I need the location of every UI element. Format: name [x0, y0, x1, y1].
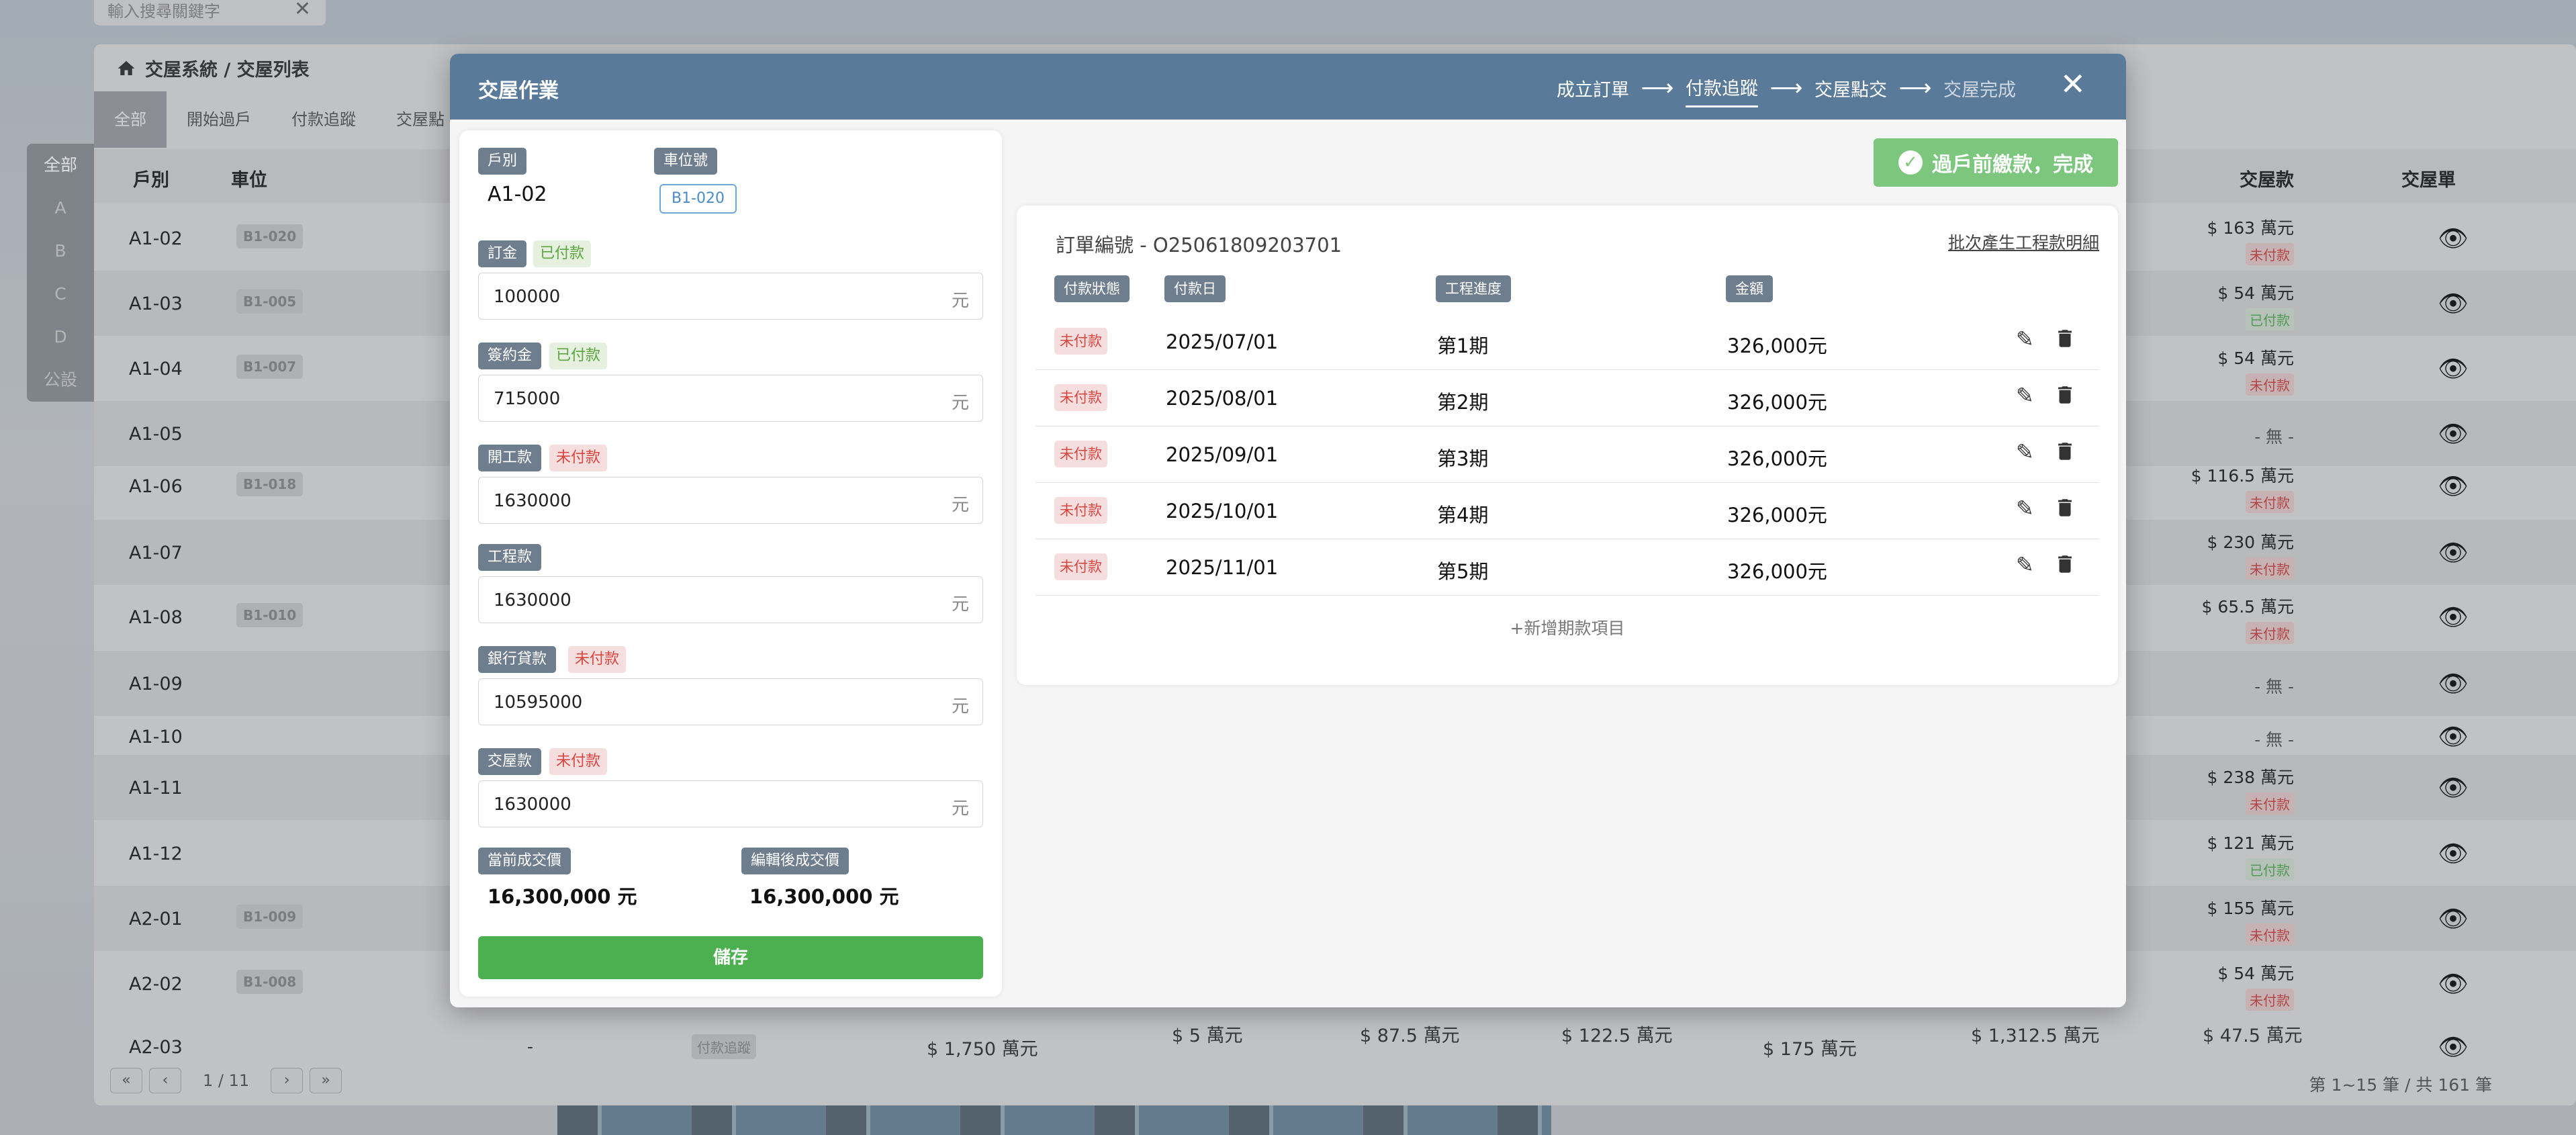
currency-unit: 元: [951, 291, 969, 311]
unit-label: 戶別: [478, 148, 527, 175]
delivery-field[interactable]: 1630000 元: [478, 780, 983, 827]
currency-unit: 元: [951, 594, 969, 615]
amount-value: 326,000元: [1727, 560, 1827, 583]
save-button[interactable]: 儲存: [478, 936, 983, 979]
payment-date: 2025/11/01: [1166, 556, 1279, 579]
status-badge: 未付款: [1054, 441, 1107, 467]
batch-generate-link[interactable]: 批次產生工程款明細: [1948, 230, 2099, 254]
step-create-order[interactable]: 成立訂單: [1557, 75, 1629, 107]
signing-field[interactable]: 715000 元: [478, 375, 983, 422]
trash-icon[interactable]: [2054, 325, 2076, 352]
modal-header: 交屋作業 成立訂單 ⟶ 付款追蹤 ⟶ 交屋點交 ⟶ 交屋完成 ✕: [450, 54, 2126, 120]
col-payment-status: 付款狀態: [1054, 275, 1130, 302]
status-badge: 未付款: [549, 748, 608, 775]
parking-label: 車位號: [654, 148, 718, 175]
deposit-label: 訂金: [478, 240, 527, 267]
payment-row: 未付款 2025/09/01 第3期 326,000元 ✎: [1036, 426, 2099, 483]
progress-steps: 成立訂單 ⟶ 付款追蹤 ⟶ 交屋點交 ⟶ 交屋完成: [1557, 74, 2016, 107]
arrow-right-icon: ⟶: [1641, 75, 1674, 101]
construction-label: 工程款: [478, 544, 542, 571]
status-badge: 已付款: [533, 240, 592, 267]
progress-value: 第5期: [1437, 560, 1489, 583]
parking-chip[interactable]: B1-020: [659, 184, 737, 214]
status-badge: 未付款: [549, 445, 608, 471]
complete-payment-label: 過戶前繳款，完成: [1932, 153, 2093, 177]
amount-value: 326,000元: [1727, 391, 1827, 414]
payment-row: 未付款 2025/11/01 第5期 326,000元 ✎: [1036, 539, 2099, 596]
step-complete[interactable]: 交屋完成: [1943, 75, 2016, 107]
currency-unit: 元: [951, 696, 969, 717]
delivery-label: 交屋款: [478, 748, 542, 775]
close-icon[interactable]: ✕: [2060, 66, 2086, 102]
progress-value: 第1期: [1437, 334, 1489, 357]
status-badge: 已付款: [549, 343, 608, 369]
currency-unit: 元: [951, 393, 969, 413]
deposit-field[interactable]: 100000 元: [478, 273, 983, 320]
edit-icon[interactable]: ✎: [2016, 326, 2034, 352]
payment-date: 2025/08/01: [1166, 387, 1279, 410]
step-handover[interactable]: 交屋點交: [1814, 75, 1887, 107]
status-badge: 未付款: [1054, 497, 1107, 524]
order-number: 訂單編號 - O25061809203701: [1056, 234, 1342, 257]
trash-icon[interactable]: [2054, 381, 2076, 408]
amount-value: 326,000元: [1727, 447, 1827, 470]
col-progress: 工程進度: [1436, 275, 1511, 302]
add-payment-item-button[interactable]: +新增期款項目: [1017, 615, 2118, 639]
construction-value: 1630000: [494, 590, 571, 610]
loan-label: 銀行貸款: [478, 646, 557, 673]
col-amount: 金額: [1726, 275, 1773, 302]
arrow-right-icon: ⟶: [1769, 75, 1803, 101]
start-payment-field[interactable]: 1630000 元: [478, 477, 983, 524]
payment-row: 未付款 2025/08/01 第2期 326,000元 ✎: [1036, 369, 2099, 426]
edited-price: 16,300,000 元: [749, 885, 899, 908]
currency-unit: 元: [951, 799, 969, 819]
deposit-value: 100000: [494, 287, 561, 307]
delivery-modal: 交屋作業 成立訂單 ⟶ 付款追蹤 ⟶ 交屋點交 ⟶ 交屋完成 ✕ 戶別 A1-0…: [450, 54, 2126, 1007]
payment-date: 2025/09/01: [1166, 443, 1279, 466]
payment-row: 未付款 2025/10/01 第4期 326,000元 ✎: [1036, 482, 2099, 539]
start-payment-value: 1630000: [494, 491, 571, 511]
status-badge: 未付款: [568, 646, 627, 673]
loan-field[interactable]: 10595000 元: [478, 678, 983, 725]
progress-value: 第3期: [1437, 447, 1489, 470]
edit-icon[interactable]: ✎: [2016, 496, 2034, 521]
signing-value: 715000: [494, 389, 561, 409]
signing-label: 簽約金: [478, 343, 542, 369]
payment-date: 2025/10/01: [1166, 500, 1279, 523]
loan-value: 10595000: [494, 692, 583, 713]
edit-icon[interactable]: ✎: [2016, 552, 2034, 578]
status-badge: 未付款: [1054, 384, 1107, 411]
amount-value: 326,000元: [1727, 504, 1827, 527]
progress-value: 第2期: [1437, 391, 1489, 414]
current-price: 16,300,000 元: [488, 885, 637, 908]
complete-payment-button[interactable]: ✓ 過戶前繳款，完成: [1874, 138, 2118, 187]
unit-value: A1-02: [488, 183, 547, 206]
trash-icon[interactable]: [2054, 438, 2076, 465]
start-payment-label: 開工款: [478, 445, 542, 471]
payment-row: 未付款 2025/07/01 第1期 326,000元 ✎: [1036, 313, 2099, 370]
step-payment-tracking[interactable]: 付款追蹤: [1686, 74, 1758, 107]
check-circle-icon: ✓: [1898, 150, 1923, 175]
status-badge: 未付款: [1054, 328, 1107, 355]
trash-icon[interactable]: [2054, 551, 2076, 578]
payment-schedule: 訂單編號 - O25061809203701 批次產生工程款明細 付款狀態 付款…: [1017, 206, 2118, 685]
arrow-right-icon: ⟶: [1898, 75, 1932, 101]
payment-date: 2025/07/01: [1166, 330, 1279, 353]
status-badge: 未付款: [1054, 553, 1107, 580]
edit-icon[interactable]: ✎: [2016, 383, 2034, 408]
delivery-value: 1630000: [494, 794, 571, 815]
edited-price-label: 編輯後成交價: [741, 848, 849, 874]
construction-field[interactable]: 1630000 元: [478, 576, 983, 623]
col-payment-date: 付款日: [1164, 275, 1226, 302]
trash-icon[interactable]: [2054, 494, 2076, 521]
current-price-label: 當前成交價: [478, 848, 571, 874]
currency-unit: 元: [951, 495, 969, 515]
edit-icon[interactable]: ✎: [2016, 439, 2034, 465]
amount-value: 326,000元: [1727, 334, 1827, 357]
payment-form: 戶別 A1-02 車位號 B1-020 訂金 已付款 100000 元 簽約金 …: [459, 130, 1002, 997]
progress-value: 第4期: [1437, 504, 1489, 527]
modal-title: 交屋作業: [478, 79, 559, 103]
